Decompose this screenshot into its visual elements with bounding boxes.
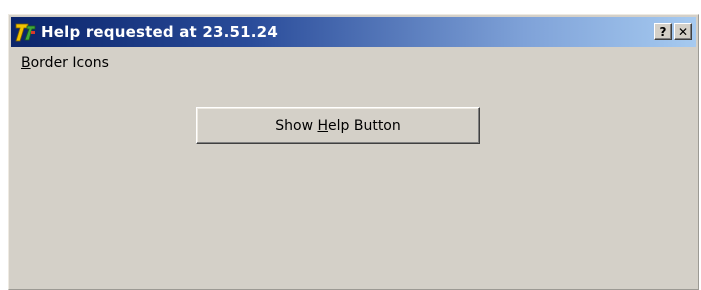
border-icons-accel: B (21, 55, 31, 71)
caption-buttons: ? ✕ (654, 23, 692, 40)
border-icons-label: Border Icons (21, 55, 109, 71)
close-caption-button[interactable]: ✕ (674, 23, 692, 40)
border-icons-rest: order Icons (30, 55, 109, 71)
question-mark-icon: ? (659, 24, 667, 39)
app-icon[interactable] (15, 21, 37, 43)
close-icon: ✕ (677, 24, 689, 39)
title-bar[interactable]: Help requested at 23.51.24 ? ✕ (11, 17, 696, 47)
window-title: Help requested at 23.51.24 (41, 23, 278, 41)
show-help-button[interactable]: Show Help Button (196, 107, 480, 144)
show-help-accel: H (317, 117, 329, 134)
help-caption-button[interactable]: ? (654, 23, 672, 40)
show-help-suffix: elp Button (328, 117, 401, 134)
show-help-prefix: Show (275, 117, 318, 134)
dialog-window: Help requested at 23.51.24 ? ✕ Border Ic… (8, 14, 699, 290)
